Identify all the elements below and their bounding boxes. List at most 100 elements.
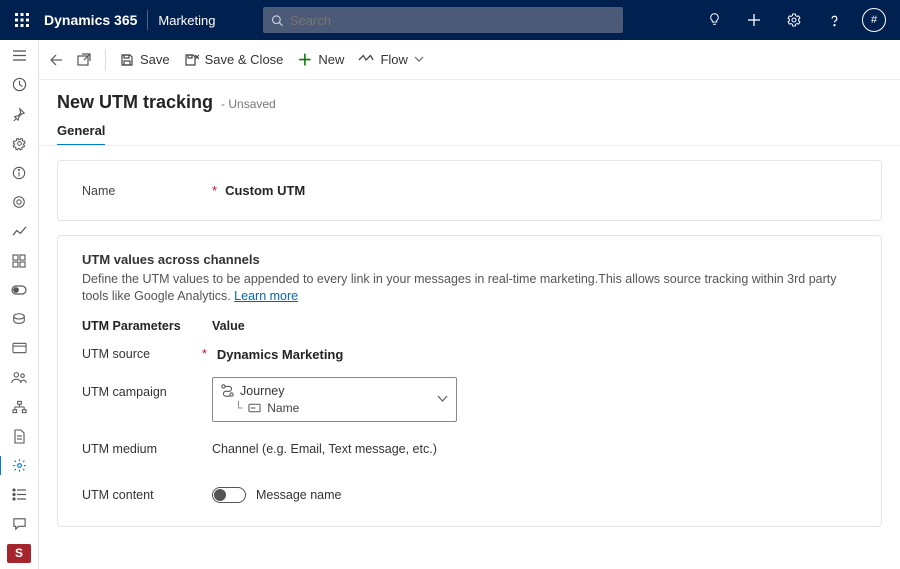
hamburger-icon <box>12 49 27 62</box>
chevron-down-icon <box>437 395 448 403</box>
nav-pinned[interactable] <box>7 105 31 124</box>
line-chart-icon <box>12 225 27 238</box>
nav-area-switcher[interactable]: S <box>7 544 31 563</box>
journey-icon <box>221 384 234 397</box>
target-icon <box>12 195 26 209</box>
nav-item-chat[interactable] <box>7 515 31 534</box>
nav-item-info[interactable] <box>7 163 31 182</box>
nav-hamburger[interactable] <box>7 46 31 65</box>
new-label: New <box>318 52 344 67</box>
name-field[interactable]: Custom UTM <box>225 183 305 198</box>
nav-item-audience[interactable] <box>7 192 31 211</box>
nav-item-utm[interactable] <box>7 456 31 475</box>
grid-icon <box>12 254 26 268</box>
utm-medium-label: UTM medium <box>82 442 212 456</box>
arrow-left-icon <box>49 54 63 66</box>
utm-source-field[interactable]: Dynamics Marketing <box>217 347 857 362</box>
card-icon <box>12 342 27 354</box>
doc-icon <box>13 429 25 444</box>
utm-content-label: UTM content <box>82 488 212 502</box>
save-close-icon <box>184 53 199 67</box>
required-mark: * <box>202 347 207 361</box>
brand-name: Dynamics 365 <box>44 12 137 28</box>
required-mark: * <box>212 183 217 198</box>
nav-settings[interactable] <box>7 134 31 153</box>
coin-icon <box>12 312 26 326</box>
utm-campaign-opt1: Journey <box>240 384 284 398</box>
sitemap-icon <box>12 400 27 414</box>
divider <box>147 10 148 30</box>
save-label: Save <box>140 52 170 67</box>
utm-section-title: UTM values across channels <box>82 252 857 267</box>
utm-source-label: UTM source <box>82 347 212 361</box>
save-close-label: Save & Close <box>205 52 284 67</box>
waffle-icon <box>15 13 29 27</box>
save-status: - Unsaved <box>221 97 276 111</box>
utm-medium-value: Channel (e.g. Email, Text message, etc.) <box>212 442 857 456</box>
utm-campaign-dropdown[interactable]: Journey └ Name <box>212 377 457 422</box>
search-input[interactable] <box>290 13 616 28</box>
save-icon <box>120 53 134 67</box>
gear-icon <box>786 12 802 28</box>
page-title: New UTM tracking <box>57 92 213 113</box>
utm-section-desc: Define the UTM values to be appended to … <box>82 271 857 305</box>
nav-item-doc[interactable] <box>7 427 31 446</box>
new-button[interactable]: ＋ New <box>297 49 344 70</box>
clock-icon <box>12 77 27 92</box>
tab-general[interactable]: General <box>57 123 105 146</box>
nav-item-people[interactable] <box>7 368 31 387</box>
plus-icon: ＋ <box>297 49 312 70</box>
user-avatar[interactable]: # <box>862 8 886 32</box>
settings-button[interactable] <box>782 8 806 32</box>
name-field-icon <box>248 403 261 413</box>
assistant-button[interactable] <box>702 8 726 32</box>
pin-icon <box>12 107 26 121</box>
utm-content-value: Message name <box>256 488 341 502</box>
nav-item-money[interactable] <box>7 310 31 329</box>
toggle-icon <box>11 285 27 295</box>
flow-icon <box>358 54 374 66</box>
chevron-down-icon <box>414 56 424 63</box>
utm-desc-text: Define the UTM values to be appended to … <box>82 272 837 303</box>
nav-item-toggle[interactable] <box>7 280 31 299</box>
nav-item-list[interactable] <box>7 485 31 504</box>
nav-item-analytics[interactable] <box>7 222 31 241</box>
utm-card: UTM values across channels Define the UT… <box>57 235 882 527</box>
nav-item-grid[interactable] <box>7 251 31 270</box>
nav-item-card[interactable] <box>7 339 31 358</box>
help-button[interactable] <box>822 8 846 32</box>
divider <box>39 145 900 146</box>
help-icon <box>827 13 842 28</box>
gear-active-icon <box>12 458 27 473</box>
left-nav: S <box>0 40 39 569</box>
name-label: Name <box>82 184 212 198</box>
info-icon <box>12 166 26 180</box>
chat-icon <box>12 517 27 531</box>
global-search[interactable] <box>263 7 623 33</box>
list-icon <box>12 488 27 501</box>
app-launcher[interactable] <box>8 6 36 34</box>
add-button[interactable] <box>742 8 766 32</box>
utm-col-param: UTM Parameters <box>82 319 212 333</box>
gear-small-icon <box>12 136 27 151</box>
save-button[interactable]: Save <box>120 52 170 67</box>
flow-label: Flow <box>380 52 407 67</box>
lightbulb-icon <box>707 13 722 28</box>
utm-campaign-label: UTM campaign <box>82 377 212 399</box>
command-bar: Save Save & Close ＋ New Flow <box>39 40 900 80</box>
flow-button[interactable]: Flow <box>358 52 423 67</box>
people-icon <box>11 371 27 384</box>
module-name: Marketing <box>158 13 215 28</box>
utm-campaign-opt2: Name <box>267 401 299 415</box>
open-window-icon <box>77 53 91 66</box>
back-button[interactable] <box>49 54 63 66</box>
utm-col-value: Value <box>212 319 245 333</box>
open-new-window-button[interactable] <box>77 53 91 66</box>
nav-recent[interactable] <box>7 75 31 94</box>
learn-more-link[interactable]: Learn more <box>234 289 298 303</box>
utm-content-toggle[interactable] <box>212 487 246 503</box>
save-close-button[interactable]: Save & Close <box>184 52 284 67</box>
tree-elbow-icon: └ <box>235 401 242 415</box>
plus-icon <box>747 13 761 27</box>
nav-item-sitemap[interactable] <box>7 397 31 416</box>
